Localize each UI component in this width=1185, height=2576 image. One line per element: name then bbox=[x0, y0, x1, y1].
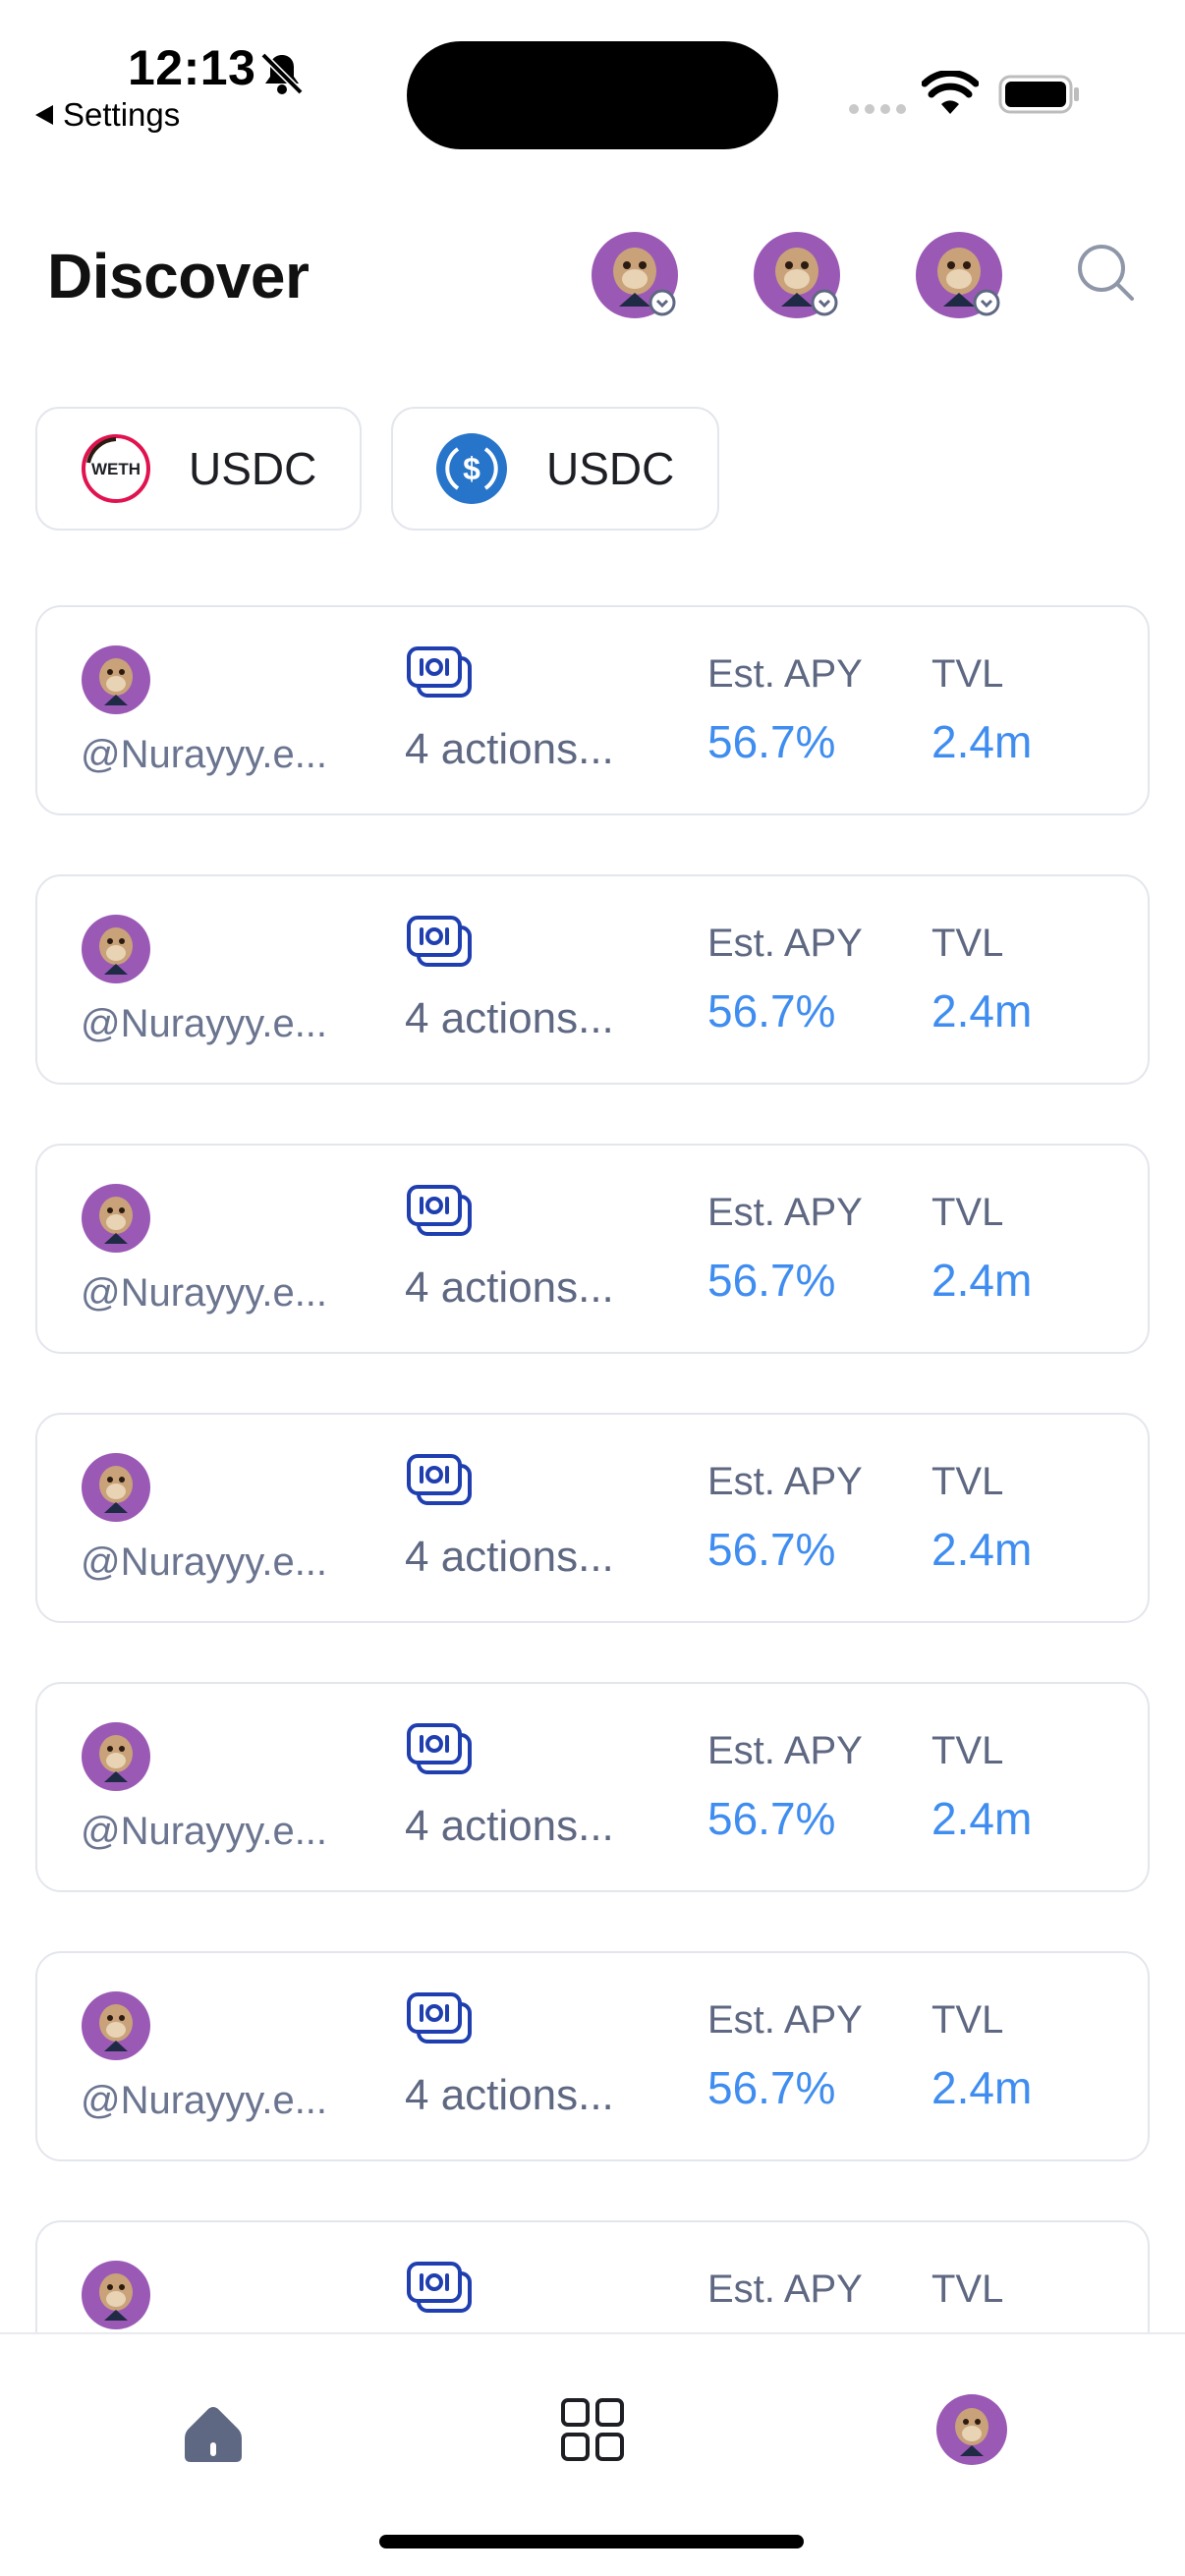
apy-label: Est. APY bbox=[707, 922, 863, 965]
apy-label: Est. APY bbox=[707, 2268, 863, 2311]
usdc-logo-text: $ bbox=[463, 451, 480, 486]
tvl-label: TVL bbox=[931, 652, 1004, 696]
strategy-card[interactable]: @Nurayyy.e... 4 actions... Est. APY 56.7… bbox=[35, 1951, 1150, 2161]
tvl-label: TVL bbox=[931, 2268, 1004, 2311]
actions-stack-icon bbox=[407, 646, 472, 698]
profile-avatar-icon[interactable] bbox=[935, 2393, 1008, 2466]
tvl-label: TVL bbox=[931, 922, 1004, 965]
creator-avatar bbox=[82, 1453, 150, 1522]
creator-handle: @Nurayyy.e... bbox=[81, 1810, 328, 1853]
search-icon[interactable] bbox=[1075, 242, 1138, 305]
apy-value: 56.7% bbox=[707, 1793, 836, 1844]
tvl-value: 2.4m bbox=[931, 1255, 1033, 1306]
wifi-icon bbox=[922, 71, 979, 114]
back-settings-label: Settings bbox=[63, 96, 181, 133]
apy-value: 56.7% bbox=[707, 1524, 836, 1575]
apy-label: Est. APY bbox=[707, 1460, 863, 1503]
back-arrow-icon bbox=[35, 105, 53, 125]
actions-count: 4 actions... bbox=[405, 725, 614, 773]
usdc-logo-icon: $ bbox=[436, 433, 507, 504]
back-to-settings-link[interactable]: Settings bbox=[35, 96, 180, 134]
actions-stack-icon bbox=[407, 1992, 472, 2044]
weth-logo-icon: WETH bbox=[82, 434, 150, 503]
tvl-label: TVL bbox=[931, 1191, 1004, 1234]
wallet-avatar-1[interactable] bbox=[590, 230, 680, 320]
apy-value: 56.7% bbox=[707, 1255, 836, 1306]
tvl-value: 2.4m bbox=[931, 985, 1033, 1036]
chip-label: USDC bbox=[546, 443, 675, 494]
cellular-signal-icon bbox=[849, 104, 906, 114]
apy-label: Est. APY bbox=[707, 1191, 863, 1234]
creator-handle: @Nurayyy.e... bbox=[81, 2079, 328, 2122]
tvl-value: 2.4m bbox=[931, 716, 1033, 767]
actions-stack-icon bbox=[407, 1723, 472, 1774]
strategy-card[interactable]: @Nurayyy.e... 4 actions... Est. APY 56.7… bbox=[35, 874, 1150, 1085]
apy-label: Est. APY bbox=[707, 1998, 863, 2042]
actions-stack-icon bbox=[407, 1454, 472, 1505]
actions-count: 4 actions... bbox=[405, 1263, 614, 1312]
home-indicator bbox=[379, 2535, 804, 2548]
apy-label: Est. APY bbox=[707, 1729, 863, 1772]
strategy-card[interactable]: @Nurayyy.e... 4 actions... Est. APY 56.7… bbox=[35, 1682, 1150, 1892]
actions-count: 4 actions... bbox=[405, 1802, 614, 1850]
token-chip-usdc[interactable]: $ USDC bbox=[391, 407, 719, 531]
actions-stack-icon bbox=[407, 2262, 472, 2313]
strategy-card[interactable]: @Nurayyy.e... 4 actions... Est. APY 56.7… bbox=[35, 1144, 1150, 1354]
actions-count: 4 actions... bbox=[405, 2071, 614, 2119]
apy-value: 56.7% bbox=[707, 716, 836, 767]
creator-avatar bbox=[82, 1722, 150, 1791]
creator-handle: @Nurayyy.e... bbox=[81, 733, 328, 776]
wallet-avatar-2[interactable] bbox=[752, 230, 842, 320]
home-icon[interactable] bbox=[181, 2403, 246, 2464]
battery-icon bbox=[998, 75, 1079, 114]
tvl-value: 2.4m bbox=[931, 1524, 1033, 1575]
strategy-card[interactable]: @Nurayyy.e... 4 actions... Est. APY 56.7… bbox=[35, 1413, 1150, 1623]
dynamic-island bbox=[407, 41, 778, 149]
tvl-label: TVL bbox=[931, 1460, 1004, 1503]
strategy-card[interactable]: @Nurayyy.e... 4 actions... Est. APY 56.7… bbox=[35, 605, 1150, 815]
token-chip-weth-usdc[interactable]: WETH USDC bbox=[35, 407, 362, 531]
grid-icon[interactable] bbox=[560, 2397, 625, 2462]
creator-handle: @Nurayyy.e... bbox=[81, 1540, 328, 1584]
creator-avatar bbox=[82, 645, 150, 714]
status-time: 12:13 bbox=[128, 40, 256, 95]
actions-stack-icon bbox=[407, 1185, 472, 1236]
tvl-label: TVL bbox=[931, 1729, 1004, 1772]
actions-count: 4 actions... bbox=[405, 1533, 614, 1581]
apy-value: 56.7% bbox=[707, 985, 836, 1036]
apy-label: Est. APY bbox=[707, 652, 863, 696]
actions-stack-icon bbox=[407, 916, 472, 967]
tvl-label: TVL bbox=[931, 1998, 1004, 2042]
creator-handle: @Nurayyy.e... bbox=[81, 1271, 328, 1315]
weth-logo-text: WETH bbox=[91, 460, 141, 478]
tvl-value: 2.4m bbox=[931, 2062, 1033, 2113]
chip-label: USDC bbox=[189, 443, 317, 494]
creator-avatar bbox=[82, 1991, 150, 2060]
actions-count: 4 actions... bbox=[405, 994, 614, 1042]
bell-slash-icon bbox=[260, 52, 304, 95]
tvl-value: 2.4m bbox=[931, 1793, 1033, 1844]
wallet-avatar-3[interactable] bbox=[914, 230, 1004, 320]
creator-avatar bbox=[82, 1184, 150, 1253]
apy-value: 56.7% bbox=[707, 2062, 836, 2113]
creator-avatar bbox=[82, 2261, 150, 2329]
creator-handle: @Nurayyy.e... bbox=[81, 1002, 328, 1045]
creator-avatar bbox=[82, 915, 150, 983]
page-title: Discover bbox=[47, 241, 310, 311]
